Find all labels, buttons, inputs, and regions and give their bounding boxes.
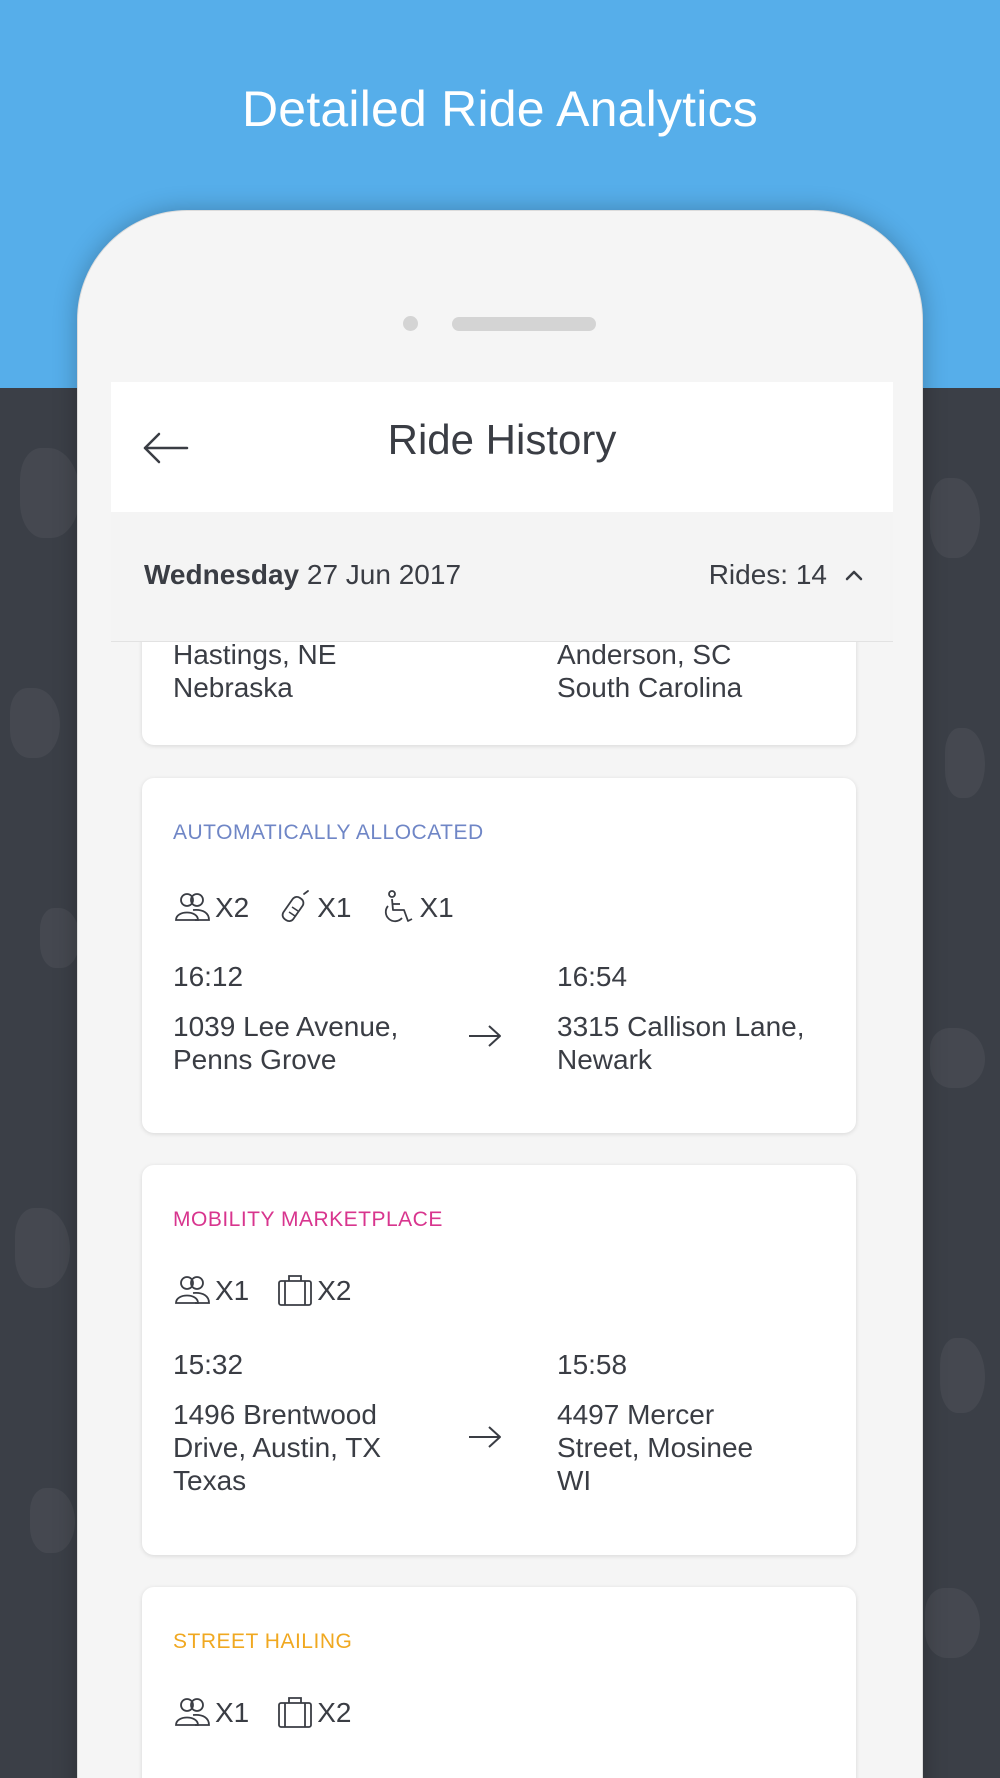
arrow-right-icon bbox=[469, 1025, 501, 1047]
passengers-feature: X1 bbox=[173, 1693, 249, 1733]
luggage-count: X2 bbox=[317, 1275, 352, 1306]
luggage-icon bbox=[278, 1275, 313, 1306]
luggage-count: X2 bbox=[317, 1697, 352, 1728]
to-address: 4497 Mercer Street, Mosinee WI bbox=[557, 1399, 754, 1496]
rides-count: Rides: 14 bbox=[708, 559, 827, 590]
ride-card[interactable]: STREET HAILING X1 X2 bbox=[142, 1587, 856, 1778]
nav-bar: Ride History bbox=[111, 382, 893, 512]
chevron-up-icon[interactable] bbox=[839, 560, 869, 590]
luggage-icon bbox=[278, 1697, 313, 1728]
ride-features: X1 X2 bbox=[173, 1693, 352, 1733]
baby-bottle-icon bbox=[281, 890, 310, 923]
ride-type-label: MOBILITY MARKETPLACE bbox=[173, 1208, 443, 1231]
wheelchair-icon bbox=[384, 890, 412, 923]
to-address: Anderson, SC South Carolina bbox=[557, 642, 743, 703]
passengers-icon bbox=[175, 1698, 210, 1726]
day-date: Wednesday 27 Jun 2017 bbox=[144, 559, 461, 591]
day-weekday: Wednesday bbox=[144, 559, 300, 590]
page-title: Ride History bbox=[387, 416, 617, 463]
ride-card[interactable]: MOBILITY MARKETPLACE X1 X2 15:32 15:58 1… bbox=[142, 1165, 856, 1555]
phone-speaker bbox=[452, 317, 596, 331]
day-header[interactable]: Wednesday 27 Jun 2017 Rides: 14 bbox=[111, 512, 893, 642]
ride-type-label: STREET HAILING bbox=[173, 1630, 353, 1653]
day-date-value: 27 Jun 2017 bbox=[306, 559, 462, 590]
ride-features: X1 X2 bbox=[173, 1271, 352, 1311]
luggage-feature: X2 bbox=[275, 1693, 352, 1733]
from-address: 1496 Brentwood Drive, Austin, TX Texas bbox=[173, 1399, 382, 1496]
ride-features: X2 X1 X1 bbox=[173, 888, 454, 928]
arrow-right-icon bbox=[469, 1426, 501, 1448]
passengers-icon bbox=[175, 1276, 210, 1304]
baby-count: X1 bbox=[317, 892, 352, 923]
dropoff-time: 16:54 bbox=[557, 961, 628, 992]
ride-card[interactable]: Hastings, NE Nebraska Anderson, SC South… bbox=[142, 642, 856, 745]
passengers-icon bbox=[175, 893, 210, 921]
pickup-time: 15:32 bbox=[173, 1349, 244, 1380]
wheelchair-count: X1 bbox=[419, 892, 454, 923]
to-address: 3315 Callison Lane, Newark bbox=[557, 1011, 805, 1075]
ride-list: Hastings, NE Nebraska Anderson, SC South… bbox=[111, 642, 893, 1778]
app-screen: Ride History Wednesday 27 Jun 2017 Rides… bbox=[111, 382, 893, 1778]
passengers-count: X2 bbox=[215, 892, 250, 923]
luggage-feature: X2 bbox=[275, 1271, 352, 1311]
pickup-time: 16:12 bbox=[173, 961, 244, 992]
passengers-count: X1 bbox=[215, 1275, 250, 1306]
phone-camera bbox=[403, 316, 418, 331]
wheelchair-feature: X1 bbox=[378, 888, 454, 928]
ride-card[interactable]: AUTOMATICALLY ALLOCATED X2 X1 X1 16:12 1… bbox=[142, 778, 856, 1133]
passengers-count: X1 bbox=[215, 1697, 250, 1728]
passengers-feature: X2 bbox=[173, 888, 249, 928]
from-address: 1039 Lee Avenue, Penns Grove bbox=[173, 1011, 399, 1075]
baby-feature: X1 bbox=[275, 888, 352, 928]
ride-type-label: AUTOMATICALLY ALLOCATED bbox=[173, 821, 484, 844]
from-address: Hastings, NE Nebraska bbox=[173, 642, 337, 703]
dropoff-time: 15:58 bbox=[557, 1349, 628, 1380]
passengers-feature: X1 bbox=[173, 1271, 249, 1311]
promo-title: Detailed Ride Analytics bbox=[242, 81, 758, 137]
